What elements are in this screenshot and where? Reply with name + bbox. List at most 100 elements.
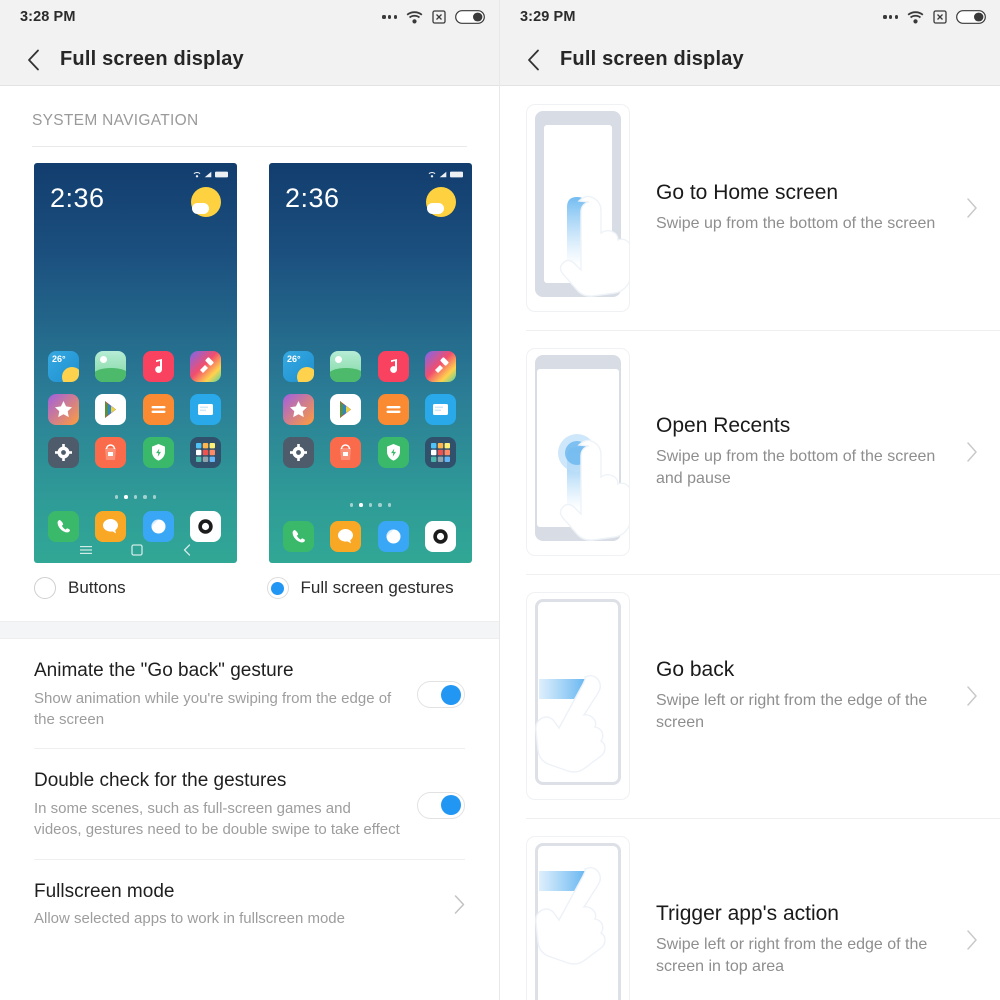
settings-list: Animate the "Go back" gesture Show anima… — [0, 639, 499, 948]
app-icon-security[interactable] — [142, 437, 174, 468]
wifi-icon — [907, 10, 924, 24]
page-title: Full screen display — [60, 48, 244, 70]
toggle-double-check-gestures[interactable] — [417, 791, 465, 819]
setting-text: Double check for the gestures In some sc… — [34, 769, 417, 840]
gesture-item-go-back[interactable]: Go back Swipe left or right from the edg… — [500, 574, 1000, 818]
app-icon-music[interactable] — [142, 351, 174, 382]
status-time: 3:28 PM — [20, 9, 76, 25]
option-full-screen-gestures-label: Full screen gestures — [300, 578, 454, 597]
chevron-right-icon — [966, 198, 978, 218]
setting-subtitle: Allow selected apps to work in fullscree… — [34, 910, 345, 928]
title-bar-right: Full screen display — [500, 34, 1000, 86]
setting-double-check-gestures[interactable]: Double check for the gestures In some sc… — [34, 748, 465, 858]
app-icon-settings[interactable] — [48, 437, 79, 468]
setting-title: Double check for the gestures — [34, 770, 287, 792]
page-indicator-dots — [34, 495, 237, 499]
gesture-text: Trigger app's action Swipe left or right… — [630, 901, 966, 979]
status-time: 3:29 PM — [520, 9, 576, 25]
swipe-side-top-hand-icon — [526, 836, 630, 1000]
status-bar-right: 3:29 PM — [500, 0, 1000, 34]
swipe-up-pause-hand-icon — [526, 348, 630, 556]
preview-clock: 2:36 — [50, 183, 105, 213]
app-icon-weather[interactable]: 26° — [283, 351, 314, 382]
option-full-screen-gestures[interactable]: Full screen gestures — [266, 577, 500, 599]
gesture-subtitle: Swipe left or right from the edge of the… — [656, 691, 928, 732]
home-square-icon — [130, 544, 143, 556]
gesture-title: Trigger app's action — [656, 901, 839, 925]
phone-preview-gestures: 2:36 26° — [269, 163, 472, 563]
toggle-knob — [441, 795, 461, 816]
gesture-item-trigger-apps-action[interactable]: Trigger app's action Swipe left or right… — [500, 818, 1000, 1000]
preview-gestures[interactable]: 2:36 26° — [269, 163, 472, 563]
gesture-text: Open Recents Swipe up from the bottom of… — [630, 413, 966, 491]
app-icon-play-store[interactable] — [330, 394, 362, 425]
app-icon-security[interactable] — [377, 437, 409, 468]
app-icon-mi-store[interactable] — [48, 394, 79, 425]
radio-buttons[interactable] — [34, 577, 56, 599]
back-arrow-icon[interactable] — [520, 47, 546, 73]
preview-status-icons — [269, 163, 472, 179]
setting-subtitle: Show animation while you're swiping from… — [34, 689, 392, 729]
battery-icon — [956, 10, 986, 24]
app-icon-settings[interactable] — [283, 437, 314, 468]
navigation-preview-group: 2:36 26° 2:36 26° — [0, 147, 499, 563]
right-panel: 3:29 PM Full screen display Go to Home s… — [500, 0, 1000, 1000]
gesture-text: Go back Swipe left or right from the edg… — [630, 657, 966, 735]
app-icon-gallery[interactable] — [95, 351, 127, 382]
gesture-title: Go to Home screen — [656, 181, 839, 205]
toggle-animate-go-back[interactable] — [417, 681, 465, 709]
preview-status-icons — [34, 163, 237, 179]
chevron-right-icon — [966, 442, 978, 462]
app-icon-weather[interactable]: 26° — [48, 351, 79, 382]
gesture-subtitle: Swipe up from the bottom of the screen a… — [656, 447, 936, 488]
setting-text: Fullscreen mode Allow selected apps to w… — [34, 880, 454, 930]
app-icon-shopping[interactable] — [330, 437, 362, 468]
preview-clock: 2:36 — [285, 183, 340, 213]
setting-fullscreen-mode[interactable]: Fullscreen mode Allow selected apps to w… — [34, 858, 465, 948]
dual-screenshot-composite: 3:28 PM Full screen display SYSTEM NAVIG — [0, 0, 1000, 1000]
option-buttons[interactable]: Buttons — [34, 577, 267, 599]
gesture-item-go-to-home-screen[interactable]: Go to Home screen Swipe up from the bott… — [500, 86, 1000, 330]
setting-title: Fullscreen mode — [34, 880, 175, 902]
gesture-subtitle: Swipe left or right from the edge of the… — [656, 935, 928, 976]
navigation-bar — [34, 537, 237, 563]
chevron-right-icon — [966, 930, 978, 950]
setting-animate-go-back[interactable]: Animate the "Go back" gesture Show anima… — [34, 639, 465, 748]
no-sim-icon — [432, 10, 446, 24]
app-icon-notes[interactable] — [142, 394, 174, 425]
back-chevron-icon — [183, 544, 190, 556]
app-icon-play-store[interactable] — [95, 394, 127, 425]
gesture-subtitle: Swipe up from the bottom of the screen — [656, 214, 936, 232]
gesture-item-open-recents[interactable]: Open Recents Swipe up from the bottom of… — [500, 330, 1000, 574]
app-icon-messages[interactable] — [189, 394, 221, 425]
swipe-up-hand-icon — [526, 104, 630, 312]
app-icon-themes[interactable] — [424, 351, 456, 382]
app-icon-browser[interactable] — [377, 521, 409, 552]
preview-buttons[interactable]: 2:36 26° — [34, 163, 237, 563]
gesture-text: Go to Home screen Swipe up from the bott… — [630, 180, 966, 235]
app-icon-messages[interactable] — [424, 394, 456, 425]
app-icon-folder[interactable] — [189, 437, 221, 468]
swipe-side-hand-icon — [526, 592, 630, 800]
dock — [269, 521, 472, 552]
app-icon-phone[interactable] — [283, 521, 314, 552]
phone-preview-buttons: 2:36 26° — [34, 163, 237, 563]
back-arrow-icon[interactable] — [20, 47, 46, 73]
navigation-mode-options: Buttons Full screen gestures — [0, 563, 499, 599]
radio-full-screen-gestures[interactable] — [266, 577, 289, 599]
app-icon-music[interactable] — [377, 351, 409, 382]
app-icon-notes[interactable] — [377, 394, 409, 425]
title-bar-left: Full screen display — [0, 34, 499, 86]
app-icon-gallery[interactable] — [330, 351, 362, 382]
app-icon-mi-chat[interactable] — [330, 521, 362, 552]
setting-text: Animate the "Go back" gesture Show anima… — [34, 659, 417, 730]
app-icon-shopping[interactable] — [95, 437, 127, 468]
wifi-icon — [406, 10, 423, 24]
page-indicator-dots — [269, 503, 472, 507]
app-icon-camera[interactable] — [424, 521, 456, 552]
app-icon-mi-store[interactable] — [283, 394, 314, 425]
toggle-knob — [441, 684, 461, 705]
app-icon-folder[interactable] — [424, 437, 456, 468]
setting-subtitle: In some scenes, such as full-screen game… — [34, 800, 400, 839]
app-icon-themes[interactable] — [189, 351, 221, 382]
